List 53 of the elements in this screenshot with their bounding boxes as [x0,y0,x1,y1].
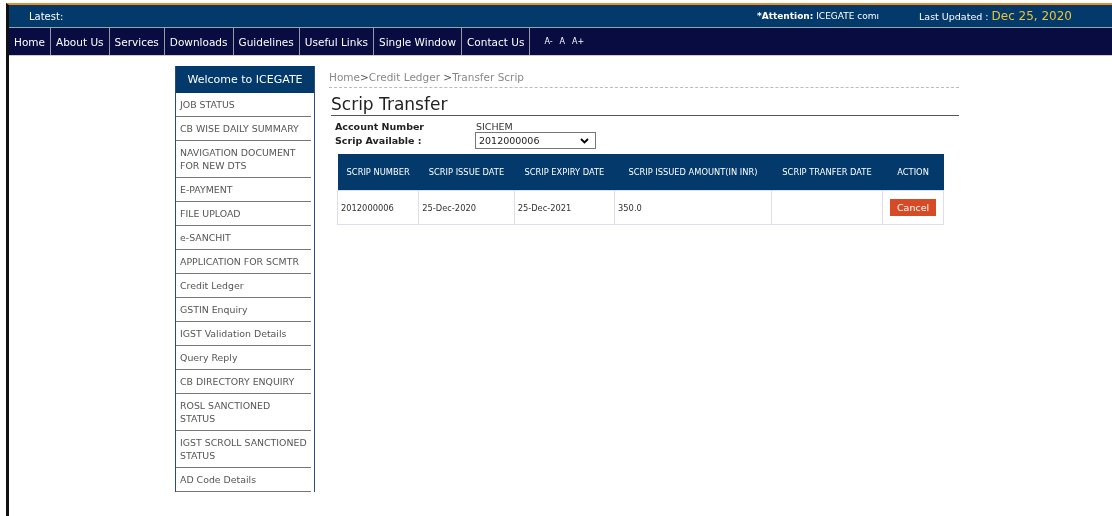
chevron-down-icon [580,137,589,144]
attention-text: *Attention: ICEGATE comı [757,11,880,21]
nav-link[interactable]: Home [9,28,51,55]
sidebar-link[interactable]: ROSL SANCTIONED STATUS [176,394,311,431]
breadcrumb-separator: > [443,71,453,83]
sidebar-link[interactable]: GSTIN Enquiry [176,298,311,322]
table-cell: 350.0 [614,190,772,225]
sidebar-link[interactable]: Credit Ledger [176,274,311,298]
scrip-dropdown[interactable]: 2012000006 [475,132,596,149]
sidebar-link[interactable]: NAVIGATION DOCUMENT FOR NEW DTS [176,141,311,178]
sidebar-title: Welcome to ICEGATE [176,66,314,93]
breadcrumb-link[interactable]: Transfer Scrip [452,71,525,83]
nav-link[interactable]: Useful Links [299,28,374,55]
font-size-link[interactable]: A [559,37,566,46]
nav-link[interactable]: Guidelines [233,28,300,55]
sidebar-link[interactable]: JOB STATUS [176,93,311,117]
column-header: SCRIP ISSUE DATE [418,154,515,191]
sidebar-link[interactable]: E-PAYMENT [176,178,311,202]
sidebar-link[interactable]: APPLICATION FOR SCMTR [176,250,311,274]
font-size-link[interactable]: A+ [572,37,585,46]
last-updated-label: Last Updated : [919,10,989,22]
account-number-value: SICHEM [476,121,514,132]
table-cell: 2012000006 [337,190,419,225]
latest-label: Latest: [29,10,64,22]
nav-link[interactable]: Downloads [164,28,234,55]
sidebar-link[interactable]: Query Reply [176,346,311,370]
breadcrumb-separator: > [360,71,369,83]
breadcrumb-link[interactable]: Home [329,71,360,83]
nav-link[interactable]: About Us [51,28,110,55]
sidebar-link[interactable]: FILE UPLOAD [176,202,311,226]
sidebar-link[interactable]: CB WISE DAILY SUMMARY [176,117,311,141]
column-header: SCRIP NUMBER [337,154,419,191]
column-header: SCRIP TRANFER DATE [771,154,883,191]
nav-link[interactable]: Contact Us [462,28,531,55]
font-size-link[interactable]: A- [544,37,553,46]
table-cell: 25-Dec-2020 [418,190,515,225]
breadcrumb-link[interactable]: Credit Ledger [368,71,444,83]
sidebar-link[interactable]: AD Code Details [176,468,311,492]
page-title: Scrip Transfer [331,94,959,116]
nav-link[interactable]: Services [109,28,165,55]
sidebar-link[interactable]: IGST Validation Details [176,322,311,346]
account-number-label: Account Number [335,121,426,132]
column-header: SCRIP ISSUED AMOUNT(IN INR) [614,154,772,191]
sidebar-link[interactable]: IGST SCROLL SANCTIONED STATUS [176,431,311,468]
scrip-available-label: Scrip Available : [335,135,423,146]
sidebar-link[interactable]: e-SANCHIT [176,226,311,250]
table-cell: 25-Dec-2021 [514,190,615,225]
column-header: ACTION [882,154,944,191]
nav-link[interactable]: Single Window [374,28,462,55]
last-updated-date: Dec 25, 2020 [991,9,1072,23]
column-header: SCRIP EXPIRY DATE [514,154,615,191]
sidebar-link[interactable]: CB DIRECTORY ENQUIRY [176,370,311,394]
cancel-button[interactable]: Cancel [889,199,937,216]
